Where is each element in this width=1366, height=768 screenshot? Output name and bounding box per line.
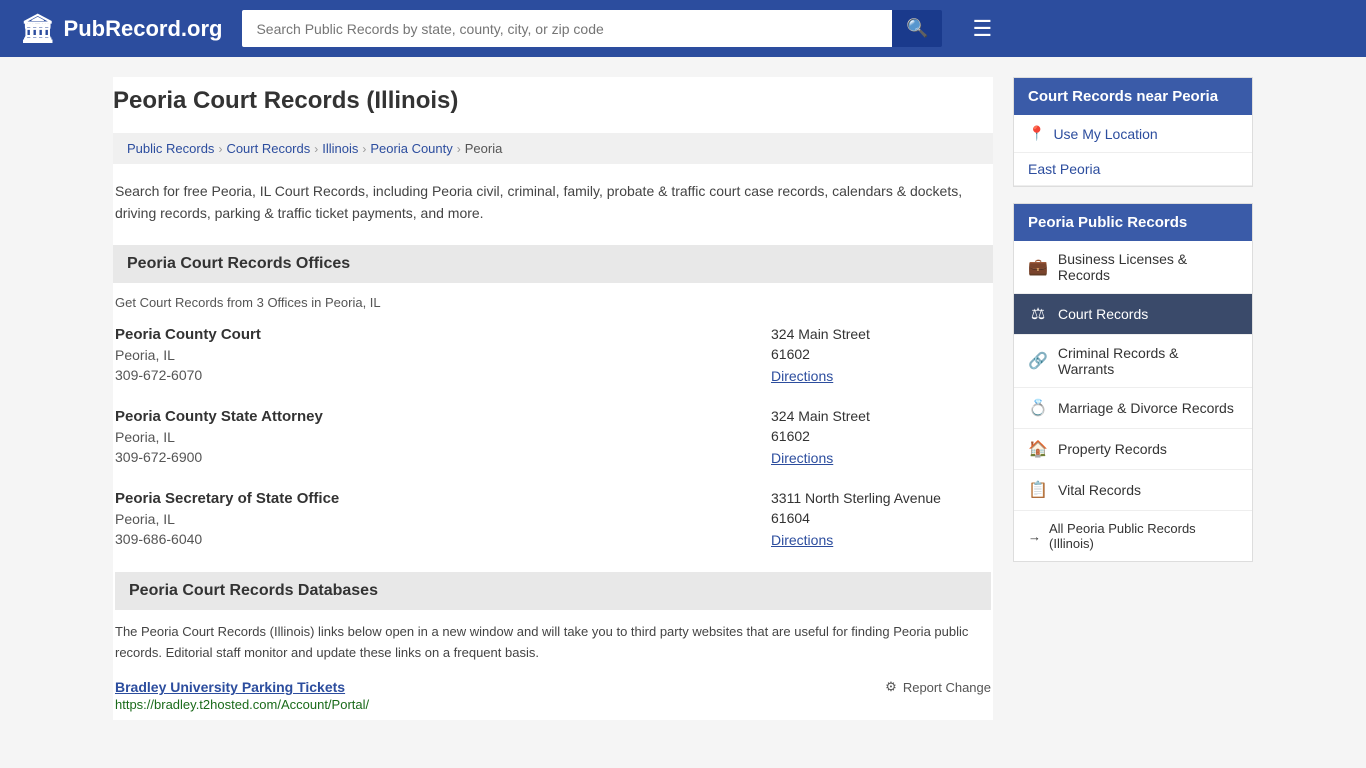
- breadcrumb-sep-2: ›: [314, 142, 318, 156]
- db-entry-left-1: Bradley University Parking Tickets https…: [115, 679, 369, 712]
- use-location-label: Use My Location: [1053, 126, 1157, 142]
- business-licenses-icon: 💼: [1028, 257, 1048, 277]
- location-icon: 📍: [1028, 125, 1045, 142]
- breadcrumb: Public Records › Court Records › Illinoi…: [113, 133, 993, 164]
- directions-link-1[interactable]: Directions: [771, 368, 833, 384]
- sidebar-item-vital-records-label: Vital Records: [1058, 482, 1141, 498]
- logo-icon: 🏛: [20, 12, 56, 45]
- databases-section-header: Peoria Court Records Databases: [115, 572, 991, 610]
- offices-sub: Get Court Records from 3 Offices in Peor…: [113, 295, 993, 310]
- office-zip-1: 61602: [771, 346, 991, 362]
- sidebar-public-records-header: Peoria Public Records: [1014, 204, 1252, 241]
- office-address-3: 3311 North Sterling Avenue: [771, 490, 991, 506]
- sidebar-item-court-records-label: Court Records: [1058, 306, 1148, 322]
- report-change-label-1: Report Change: [903, 680, 991, 695]
- db-link-name-1[interactable]: Bradley University Parking Tickets: [115, 679, 369, 695]
- breadcrumb-sep-1: ›: [218, 142, 222, 156]
- office-entry-3: Peoria Secretary of State Office Peoria,…: [113, 490, 993, 548]
- db-url-1: https://bradley.t2hosted.com/Account/Por…: [115, 697, 369, 712]
- search-icon: 🔍: [906, 18, 928, 38]
- office-entry-2: Peoria County State Attorney Peoria, IL …: [113, 408, 993, 466]
- search-container: 🔍: [242, 10, 942, 47]
- sidebar-item-property-records-label: Property Records: [1058, 441, 1167, 457]
- all-records-arrow-icon: →: [1028, 529, 1041, 544]
- criminal-records-icon: 🔗: [1028, 351, 1048, 371]
- sidebar-item-vital-records[interactable]: 📋 Vital Records: [1014, 470, 1252, 511]
- directions-link-3[interactable]: Directions: [771, 532, 833, 548]
- page-description: Search for free Peoria, IL Court Records…: [113, 180, 993, 225]
- office-zip-3: 61604: [771, 510, 991, 526]
- sidebar-nearby-box: Court Records near Peoria 📍 Use My Locat…: [1013, 77, 1253, 187]
- sidebar-all-records[interactable]: → All Peoria Public Records (Illinois): [1014, 511, 1252, 561]
- office-right-3: 3311 North Sterling Avenue 61604 Directi…: [771, 490, 991, 548]
- breadcrumb-illinois[interactable]: Illinois: [322, 141, 358, 156]
- office-left-1: Peoria County Court Peoria, IL 309-672-6…: [115, 326, 771, 384]
- hamburger-icon: ☰: [972, 16, 992, 41]
- sidebar: Court Records near Peoria 📍 Use My Locat…: [1013, 77, 1253, 720]
- breadcrumb-public-records[interactable]: Public Records: [127, 141, 214, 156]
- office-name-1: Peoria County Court: [115, 326, 771, 343]
- vital-records-icon: 📋: [1028, 480, 1048, 500]
- databases-description: The Peoria Court Records (Illinois) link…: [115, 622, 991, 664]
- breadcrumb-peoria-county[interactable]: Peoria County: [370, 141, 452, 156]
- menu-button[interactable]: ☰: [972, 16, 992, 42]
- search-input[interactable]: [242, 10, 892, 47]
- office-right-2: 324 Main Street 61602 Directions: [771, 408, 991, 466]
- main-content: Peoria Court Records (Illinois) Public R…: [113, 77, 993, 720]
- office-phone-3: 309-686-6040: [115, 531, 771, 547]
- report-change-button-1[interactable]: ⚙ Report Change: [885, 679, 991, 695]
- office-phone-2: 309-672-6900: [115, 449, 771, 465]
- sidebar-public-records-box: Peoria Public Records 💼 Business License…: [1013, 203, 1253, 562]
- office-left-2: Peoria County State Attorney Peoria, IL …: [115, 408, 771, 466]
- sidebar-east-peoria[interactable]: East Peoria: [1014, 153, 1252, 186]
- sidebar-item-marriage-records[interactable]: 💍 Marriage & Divorce Records: [1014, 388, 1252, 429]
- page-wrapper: Peoria Court Records (Illinois) Public R…: [93, 57, 1273, 740]
- office-right-1: 324 Main Street 61602 Directions: [771, 326, 991, 384]
- office-city-1: Peoria, IL: [115, 347, 771, 363]
- office-address-2: 324 Main Street: [771, 408, 991, 424]
- sidebar-item-marriage-records-label: Marriage & Divorce Records: [1058, 400, 1234, 416]
- sidebar-item-criminal-records[interactable]: 🔗 Criminal Records & Warrants: [1014, 335, 1252, 388]
- databases-section: Peoria Court Records Databases The Peori…: [113, 572, 993, 713]
- sidebar-nearby-header: Court Records near Peoria: [1014, 78, 1252, 115]
- db-entry-1: Bradley University Parking Tickets https…: [115, 679, 991, 712]
- search-button[interactable]: 🔍: [892, 10, 942, 47]
- directions-link-2[interactable]: Directions: [771, 450, 833, 466]
- report-change-icon-1: ⚙: [885, 679, 897, 695]
- offices-section-header: Peoria Court Records Offices: [113, 245, 993, 283]
- sidebar-item-criminal-records-label: Criminal Records & Warrants: [1058, 345, 1238, 377]
- site-header: 🏛 PubRecord.org 🔍 ☰: [0, 0, 1366, 57]
- breadcrumb-court-records[interactable]: Court Records: [226, 141, 310, 156]
- office-entry-1: Peoria County Court Peoria, IL 309-672-6…: [113, 326, 993, 384]
- office-city-3: Peoria, IL: [115, 511, 771, 527]
- office-name-3: Peoria Secretary of State Office: [115, 490, 771, 507]
- office-phone-1: 309-672-6070: [115, 367, 771, 383]
- office-address-1: 324 Main Street: [771, 326, 991, 342]
- sidebar-all-records-label: All Peoria Public Records (Illinois): [1049, 521, 1238, 551]
- sidebar-item-property-records[interactable]: 🏠 Property Records: [1014, 429, 1252, 470]
- sidebar-item-business-licenses-label: Business Licenses & Records: [1058, 251, 1238, 283]
- sidebar-item-business-licenses[interactable]: 💼 Business Licenses & Records: [1014, 241, 1252, 294]
- office-name-2: Peoria County State Attorney: [115, 408, 771, 425]
- property-records-icon: 🏠: [1028, 439, 1048, 459]
- page-title: Peoria Court Records (Illinois): [113, 77, 993, 119]
- sidebar-use-location[interactable]: 📍 Use My Location: [1014, 115, 1252, 153]
- logo-text: PubRecord.org: [64, 16, 223, 42]
- breadcrumb-sep-3: ›: [362, 142, 366, 156]
- site-logo[interactable]: 🏛 PubRecord.org: [20, 12, 222, 45]
- court-records-icon: ⚖: [1028, 304, 1048, 324]
- office-city-2: Peoria, IL: [115, 429, 771, 445]
- office-zip-2: 61602: [771, 428, 991, 444]
- breadcrumb-peoria: Peoria: [465, 141, 503, 156]
- office-left-3: Peoria Secretary of State Office Peoria,…: [115, 490, 771, 548]
- sidebar-item-court-records[interactable]: ⚖ Court Records: [1014, 294, 1252, 335]
- breadcrumb-sep-4: ›: [457, 142, 461, 156]
- marriage-records-icon: 💍: [1028, 398, 1048, 418]
